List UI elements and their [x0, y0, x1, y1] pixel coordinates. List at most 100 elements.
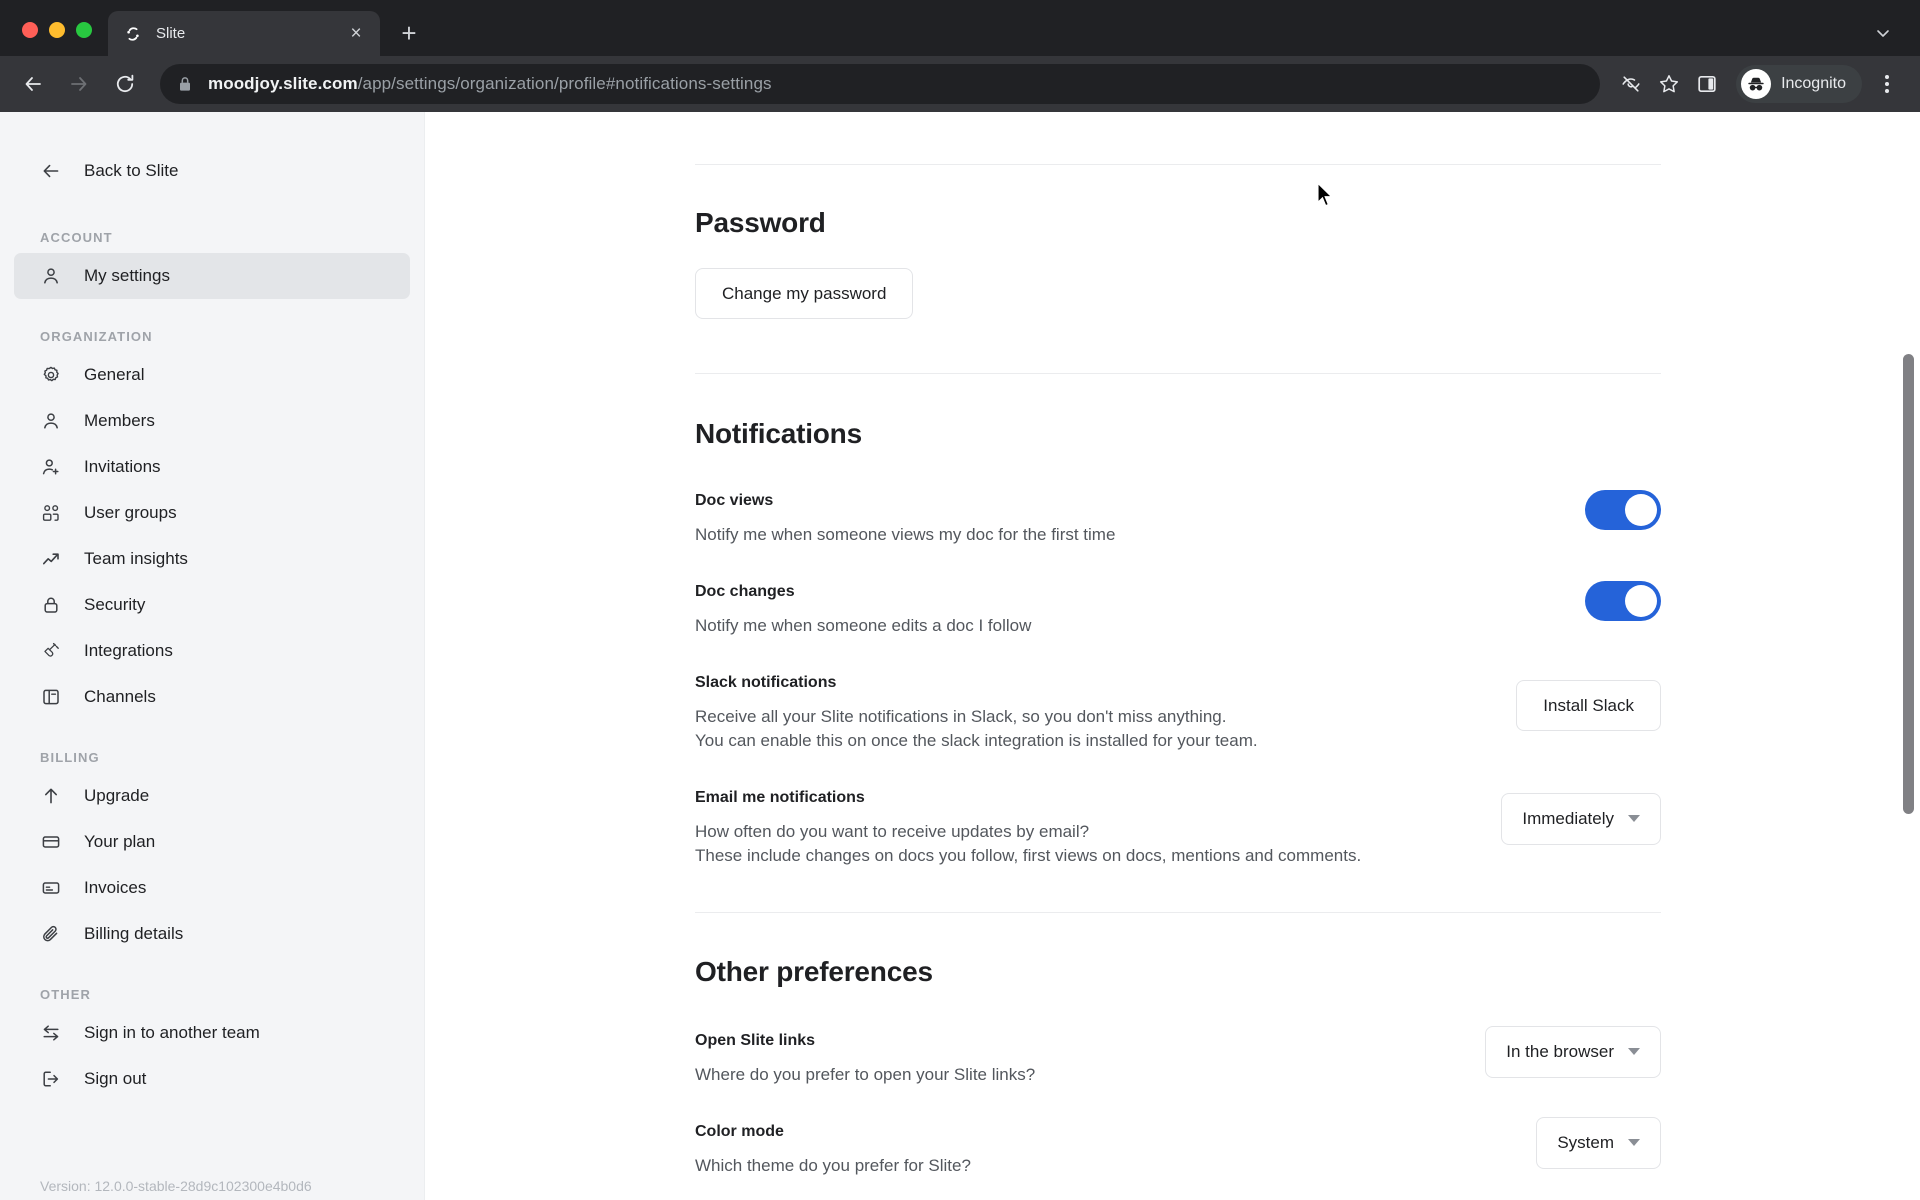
sidebar-item-label: General [84, 365, 145, 384]
sidebar-item-label: Members [84, 411, 155, 430]
back-button[interactable] [14, 65, 52, 103]
arrow-left-icon [40, 160, 62, 182]
sidebar-item-sign-in-another-team[interactable]: Sign in to another team [14, 1010, 410, 1056]
divider [695, 164, 1661, 165]
users-icon [40, 502, 62, 524]
credit-card-icon [40, 831, 62, 853]
sidebar-item-members[interactable]: Members [14, 398, 410, 444]
setting-label: Doc views [695, 492, 774, 509]
color-mode-select[interactable]: System [1536, 1116, 1661, 1169]
install-slack-button[interactable]: Install Slack [1516, 680, 1661, 732]
setting-description-line2: These include changes on docs you follow… [695, 845, 1362, 865]
setting-row-email-notifications: Email me notifications How often do you … [695, 789, 1661, 868]
other-preferences-section-title: Other preferences [695, 955, 933, 987]
change-password-button[interactable]: Change my password [695, 268, 914, 319]
chevron-down-icon [1628, 1048, 1640, 1056]
sidebar-item-security[interactable]: Security [14, 582, 410, 628]
chevron-down-icon[interactable] [1866, 16, 1900, 50]
setting-label: Slack notifications [695, 674, 837, 692]
setting-description-line1: Receive all your Slite notifications in … [695, 707, 1227, 727]
browser-toolbar: moodjoy.slite.com/app/settings/organizat… [0, 56, 1920, 112]
new-tab-button[interactable]: + [392, 16, 426, 50]
back-to-slite-button[interactable]: Back to Slite [26, 148, 398, 194]
star-icon[interactable] [1650, 65, 1688, 103]
settings-sidebar: Back to Slite ACCOUNT My settings ORGANI… [0, 112, 425, 1200]
sidebar-item-integrations[interactable]: Integrations [14, 628, 410, 674]
sidebar-item-label: Your plan [84, 832, 156, 851]
doc-changes-toggle[interactable] [1585, 581, 1661, 622]
setting-description: Where do you prefer to open your Slite l… [695, 1064, 1036, 1084]
sidebar-item-label: Upgrade [84, 786, 150, 805]
sidebar-item-general[interactable]: General [14, 352, 410, 398]
side-panel-icon[interactable] [1688, 65, 1726, 103]
password-section-title: Password [695, 207, 826, 238]
divider [695, 911, 1661, 913]
sign-out-icon [40, 1068, 62, 1090]
sidebar-section-account: ACCOUNT [40, 230, 113, 245]
close-tab-button[interactable]: × [344, 22, 368, 46]
setting-text: Email me notifications How often do you … [695, 789, 1471, 868]
slite-logo-icon [124, 25, 142, 43]
browser-tab[interactable]: Slite × [108, 11, 380, 56]
forward-button[interactable] [60, 65, 98, 103]
email-frequency-value: Immediately [1522, 808, 1614, 828]
minimize-window-button[interactable] [49, 22, 65, 38]
setting-description-line1: How often do you want to receive updates… [695, 821, 1090, 841]
setting-row-slack-notifications: Slack notifications Receive all your Sli… [695, 674, 1661, 753]
sidebar-item-channels[interactable]: Channels [14, 674, 410, 720]
setting-label: Email me notifications [695, 788, 865, 806]
user-icon [40, 265, 62, 287]
open-links-value: In the browser [1506, 1041, 1614, 1061]
sidebar-section-other: OTHER [40, 987, 91, 1002]
sidebar-item-upgrade[interactable]: Upgrade [14, 773, 410, 819]
lock-icon [176, 76, 194, 92]
open-links-select[interactable]: In the browser [1485, 1025, 1661, 1078]
setting-label: Color mode [695, 1122, 784, 1140]
doc-views-toggle[interactable] [1585, 490, 1661, 530]
address-bar[interactable]: moodjoy.slite.com/app/settings/organizat… [160, 64, 1601, 104]
sidebar-item-billing-details[interactable]: Billing details [14, 911, 410, 957]
close-window-button[interactable] [22, 22, 38, 38]
kebab-dot [1885, 89, 1889, 93]
maximize-window-button[interactable] [76, 22, 92, 38]
notifications-section-title: Notifications [695, 418, 862, 449]
setting-control [1585, 490, 1661, 530]
setting-text: Doc views Notify me when someone views m… [695, 492, 1555, 547]
sidebar-item-my-settings[interactable]: My settings [14, 253, 410, 299]
plug-icon [40, 640, 62, 662]
incognito-icon [1741, 69, 1772, 99]
settings-content: Password Change my password Notification… [695, 112, 1661, 1178]
panel-icon [40, 686, 62, 708]
browser-window: Slite × + moodjoy.slite.com/app/settings… [0, 0, 1920, 1200]
email-frequency-select[interactable]: Immediately [1501, 792, 1661, 845]
profile-chip[interactable]: Incognito [1736, 65, 1862, 103]
user-plus-icon [40, 456, 62, 478]
sidebar-item-label: My settings [84, 266, 170, 285]
arrow-up-icon [40, 785, 62, 807]
sidebar-item-team-insights[interactable]: Team insights [14, 536, 410, 582]
eye-slash-icon[interactable] [1612, 65, 1650, 103]
divider [695, 373, 1661, 374]
sidebar-item-invitations[interactable]: Invitations [14, 444, 410, 490]
setting-row-doc-views: Doc views Notify me when someone views m… [695, 490, 1661, 547]
sidebar-item-label: Sign out [84, 1069, 147, 1088]
setting-description-line2: You can enable this on once the slack in… [695, 731, 1258, 751]
sidebar-item-sign-out[interactable]: Sign out [14, 1056, 410, 1102]
setting-text: Slack notifications Receive all your Sli… [695, 674, 1486, 753]
setting-label: Doc changes [695, 583, 795, 601]
scrollbar-thumb[interactable] [1903, 354, 1914, 814]
setting-description: Which theme do you prefer for Slite? [695, 1155, 971, 1175]
three-dot-menu-icon[interactable] [1868, 65, 1906, 103]
sidebar-item-label: Invitations [84, 457, 161, 476]
gear-icon [40, 364, 62, 386]
window-controls [14, 22, 108, 56]
sidebar-item-invoices[interactable]: Invoices [14, 865, 410, 911]
sidebar-item-label: Integrations [84, 641, 173, 660]
sidebar-item-your-plan[interactable]: Your plan [14, 819, 410, 865]
sidebar-item-label: Invoices [84, 878, 147, 897]
sidebar-item-user-groups[interactable]: User groups [14, 490, 410, 536]
page-scrollbar[interactable] [1903, 112, 1914, 1200]
reload-button[interactable] [106, 65, 144, 103]
toggle-knob [1625, 494, 1657, 526]
tab-title: Slite [156, 25, 186, 42]
